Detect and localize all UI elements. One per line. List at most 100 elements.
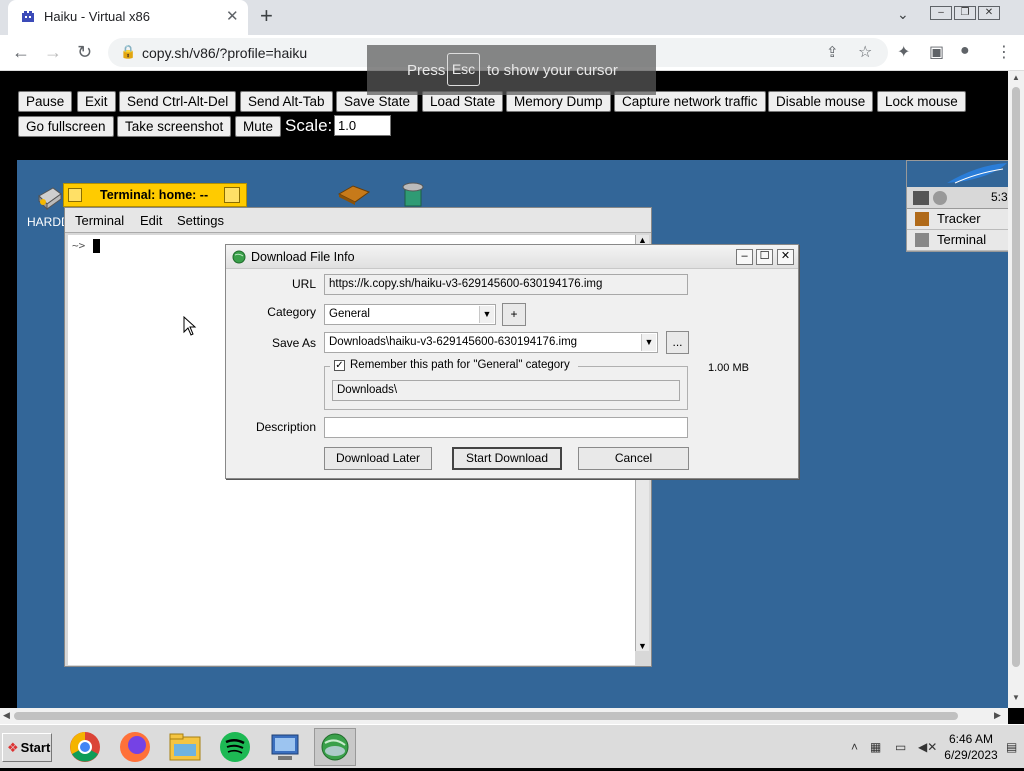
- minimize-icon[interactable]: –: [930, 6, 952, 20]
- spotify-icon[interactable]: [214, 728, 256, 766]
- page-horizontal-scrollbar[interactable]: ◀ ▶: [0, 708, 1008, 724]
- file-size: 1.00 MB: [708, 362, 749, 374]
- globe-download-icon: [232, 250, 246, 264]
- deskbar-clock[interactable]: 5:3: [991, 190, 1008, 204]
- notification-icon[interactable]: ▤: [1006, 740, 1017, 754]
- scrollbar-thumb[interactable]: [14, 712, 958, 720]
- reload-icon[interactable]: ↻: [77, 42, 92, 63]
- saved-path-field[interactable]: Downloads\: [332, 380, 680, 401]
- terminal-close-button[interactable]: [68, 188, 82, 202]
- description-field[interactable]: [324, 417, 688, 438]
- hard-disk-icon[interactable]: [35, 182, 65, 212]
- bookmark-star-icon[interactable]: ☆: [858, 42, 872, 62]
- start-download-button[interactable]: Start Download: [452, 447, 562, 470]
- extensions-icon[interactable]: ✦: [897, 42, 910, 62]
- tab-close-icon[interactable]: ✕: [226, 7, 239, 25]
- home-folder-icon[interactable]: [337, 184, 371, 206]
- terminal-zoom-button[interactable]: [224, 187, 240, 203]
- send-alt-tab-button[interactable]: Send Alt-Tab: [240, 91, 333, 112]
- share-icon[interactable]: ⇪: [826, 43, 839, 61]
- restore-icon[interactable]: ❐: [954, 6, 976, 20]
- deskbar-item-label: Terminal: [937, 232, 987, 247]
- menu-terminal[interactable]: Terminal: [75, 213, 124, 228]
- dialog-title: Download File Info: [251, 250, 355, 264]
- terminal-title: Terminal: home: --: [100, 188, 209, 202]
- exit-button[interactable]: Exit: [77, 91, 116, 112]
- disable-mouse-button[interactable]: Disable mouse: [768, 91, 874, 112]
- dialog-titlebar[interactable]: Download File Info – ☐ ✕: [226, 245, 798, 269]
- clock-time: 6:46 AM: [948, 732, 994, 746]
- file-explorer-icon[interactable]: [164, 728, 206, 766]
- menu-settings[interactable]: Settings: [177, 213, 224, 228]
- lock-mouse-button[interactable]: Lock mouse: [877, 91, 966, 112]
- trash-icon[interactable]: [399, 180, 427, 208]
- volume-icon[interactable]: [933, 191, 947, 205]
- windows-logo-icon: ❖: [7, 740, 19, 755]
- send-ctrl-alt-del-button[interactable]: Send Ctrl-Alt-Del: [119, 91, 237, 112]
- tab-search-chevron-icon[interactable]: ⌄: [897, 6, 909, 23]
- scroll-left-icon[interactable]: ◀: [3, 710, 10, 721]
- pause-button[interactable]: Pause: [18, 91, 73, 112]
- window-controls: – ❐ ✕: [928, 2, 1000, 20]
- category-dropdown[interactable]: General ▼: [324, 304, 496, 325]
- haiku-desktop[interactable]: HARDD 5:3 Tracker Terminal Terminal: hom…: [17, 160, 1008, 708]
- scroll-down-icon[interactable]: ▼: [1012, 693, 1020, 702]
- save-as-dropdown[interactable]: Downloads\haiku-v3-629145600-630194176.i…: [324, 332, 658, 353]
- url-label: URL: [291, 277, 316, 291]
- close-window-icon[interactable]: ✕: [978, 6, 1000, 20]
- network-icon[interactable]: ▦: [870, 740, 881, 754]
- haiku-leaf-logo[interactable]: [907, 161, 1008, 187]
- terminal-cursor: [93, 239, 100, 253]
- forward-icon[interactable]: →: [44, 42, 62, 63]
- taskbar-clock[interactable]: 6:46 AM 6/29/2023: [940, 731, 1002, 763]
- deskbar-tray: 5:3: [907, 187, 1008, 209]
- download-manager-icon[interactable]: [314, 728, 356, 766]
- chrome-icon[interactable]: [64, 728, 106, 766]
- tab-title: Haiku - Virtual x86: [44, 9, 150, 24]
- browse-button[interactable]: ...: [666, 331, 689, 354]
- scale-input[interactable]: 1.0: [334, 115, 391, 136]
- scrollbar-thumb[interactable]: [1012, 87, 1020, 667]
- haiku-leaf-icon: [947, 163, 1007, 184]
- back-icon[interactable]: ←: [12, 42, 30, 63]
- url-field[interactable]: https://k.copy.sh/haiku-v3-629145600-630…: [324, 274, 688, 295]
- cpu-monitor-icon[interactable]: [913, 191, 929, 205]
- cancel-button[interactable]: Cancel: [578, 447, 689, 470]
- deskbar-item-terminal[interactable]: Terminal: [907, 230, 1008, 251]
- dialog-maximize-button[interactable]: ☐: [756, 249, 773, 265]
- firefox-icon[interactable]: [114, 728, 156, 766]
- scroll-up-icon[interactable]: ▲: [1012, 73, 1020, 82]
- volume-muted-icon[interactable]: ◀✕: [918, 740, 937, 754]
- scale-label: Scale:: [285, 116, 333, 135]
- checkmark-icon[interactable]: ✓: [334, 360, 345, 371]
- profile-avatar-icon[interactable]: ●: [960, 42, 970, 60]
- new-tab-button[interactable]: +: [260, 3, 273, 29]
- dropdown-arrow-icon[interactable]: ▼: [479, 306, 494, 323]
- terminal-window-tab[interactable]: Terminal: home: --: [63, 183, 247, 207]
- deskbar-item-tracker[interactable]: Tracker: [907, 209, 1008, 230]
- remember-path-checkbox[interactable]: ✓ Remember this path for "General" categ…: [330, 359, 578, 373]
- dropdown-arrow-icon[interactable]: ▼: [641, 334, 656, 351]
- mute-button[interactable]: Mute: [235, 116, 282, 137]
- deskbar-item-label: Tracker: [937, 211, 981, 226]
- menu-kebab-icon[interactable]: ⋮: [996, 42, 1012, 62]
- scroll-right-icon[interactable]: ▶: [994, 710, 1001, 721]
- lock-icon[interactable]: 🔒: [120, 44, 136, 60]
- go-fullscreen-button[interactable]: Go fullscreen: [18, 116, 114, 137]
- dialog-minimize-button[interactable]: –: [736, 249, 753, 265]
- page-vertical-scrollbar[interactable]: ▲ ▼: [1008, 71, 1024, 708]
- dialog-close-button[interactable]: ✕: [777, 249, 794, 265]
- start-button[interactable]: ❖ Start: [2, 733, 52, 762]
- toast-text-before: Press: [407, 62, 446, 79]
- add-category-button[interactable]: +: [502, 303, 526, 326]
- take-screenshot-button[interactable]: Take screenshot: [117, 116, 232, 137]
- menu-edit[interactable]: Edit: [140, 213, 162, 228]
- remote-desktop-icon[interactable]: [264, 728, 306, 766]
- browser-tab[interactable]: Haiku - Virtual x86 ✕: [8, 0, 248, 35]
- display-icon[interactable]: ▭: [895, 740, 906, 754]
- download-later-button[interactable]: Download Later: [324, 447, 432, 470]
- address-url[interactable]: copy.sh/v86/?profile=haiku: [142, 45, 307, 61]
- side-panel-icon[interactable]: ▣: [929, 42, 944, 62]
- show-hidden-icons-chevron[interactable]: ˄: [851, 740, 858, 754]
- scroll-down-icon[interactable]: ▼: [638, 641, 647, 651]
